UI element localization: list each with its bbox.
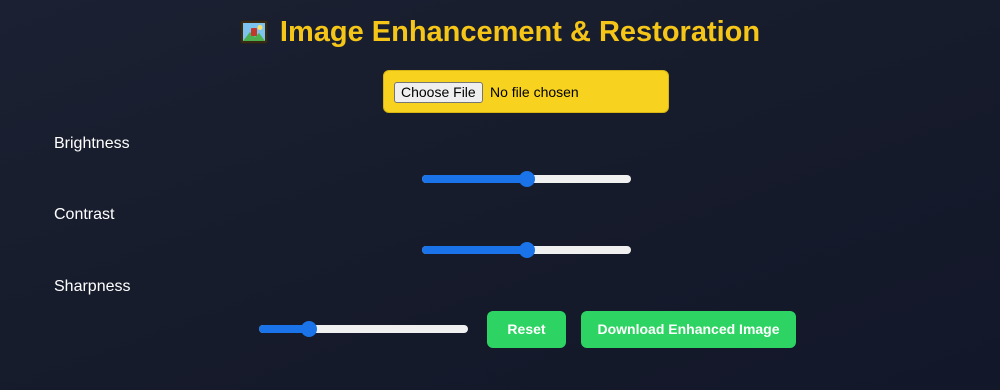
page-title-text: Image Enhancement & Restoration [279,16,761,48]
slider-track [259,325,468,333]
contrast-label: Contrast [54,206,115,223]
slider-fill [422,246,527,254]
file-status-text: No file chosen [490,84,579,100]
slider-thumb[interactable] [301,321,318,337]
file-upload-field[interactable]: Choose File No file chosen [383,70,669,113]
sharpness-label: Sharpness [54,278,131,295]
page-title: Image Enhancement & Restoration [0,14,1000,50]
slider-thumb[interactable] [518,242,535,258]
brightness-label: Brightness [54,135,130,152]
download-enhanced-image-button[interactable]: Download Enhanced Image [581,311,796,348]
framed-picture-icon [239,20,268,44]
reset-button[interactable]: Reset [487,311,566,348]
brightness-slider[interactable] [422,169,631,189]
slider-thumb[interactable] [518,171,535,187]
slider-fill [422,175,527,183]
choose-file-button[interactable]: Choose File [394,82,483,103]
contrast-slider[interactable] [422,240,631,260]
sharpness-slider[interactable] [259,319,468,339]
